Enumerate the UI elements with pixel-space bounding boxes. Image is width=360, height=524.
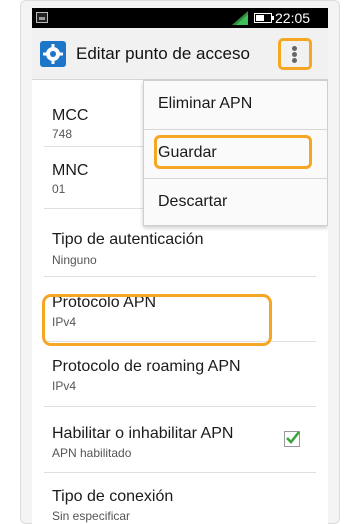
pref-summary: Ninguno bbox=[52, 253, 97, 267]
pref-apn-enable[interactable]: Habilitar o inhabilitar APN APN habilita… bbox=[32, 407, 328, 469]
menu-item-label: Eliminar APN bbox=[158, 95, 253, 112]
pref-title: MNC bbox=[52, 162, 89, 179]
battery-icon bbox=[254, 13, 274, 23]
gear-icon bbox=[43, 44, 63, 64]
menu-item-discard[interactable]: Descartar bbox=[144, 179, 328, 227]
overflow-menu: Eliminar APN Guardar Descartar bbox=[143, 80, 328, 226]
checkmark-icon bbox=[286, 431, 301, 444]
phone-screen: 22:05 Editar punto de acceso MCC 748 MNC bbox=[32, 8, 328, 524]
pref-title: MCC bbox=[52, 107, 89, 124]
page-title: Editar punto de acceso bbox=[76, 44, 250, 63]
settings-gear-icon[interactable] bbox=[40, 41, 66, 67]
status-bar: 22:05 bbox=[32, 8, 328, 28]
status-time: 22:05 bbox=[275, 10, 311, 26]
pref-title: Protocolo de roaming APN bbox=[52, 358, 241, 375]
pref-roaming-protocol[interactable]: Protocolo de roaming APN IPv4 bbox=[32, 342, 328, 402]
pref-summary: Sin especificar bbox=[52, 509, 131, 523]
more-vert-icon-dot3 bbox=[292, 58, 297, 63]
notification-icon bbox=[36, 12, 48, 23]
more-vert-icon-dot2 bbox=[292, 52, 297, 57]
signal-icon bbox=[232, 11, 248, 25]
highlight-auth-type bbox=[42, 294, 272, 346]
apn-enabled-checkbox[interactable] bbox=[284, 431, 301, 447]
action-bar: Editar punto de acceso bbox=[32, 28, 328, 80]
pref-summary: IPv4 bbox=[52, 379, 77, 393]
pref-title: Tipo de autenticación bbox=[52, 231, 204, 248]
pref-title: Habilitar o inhabilitar APN bbox=[52, 425, 234, 442]
menu-item-label: Descartar bbox=[158, 193, 228, 210]
more-vert-icon bbox=[292, 46, 297, 51]
highlight-save bbox=[154, 135, 312, 169]
pref-summary: 01 bbox=[52, 182, 66, 196]
pref-summary: APN habilitado bbox=[52, 446, 132, 460]
pref-connection-type[interactable]: Tipo de conexión Sin especificar bbox=[32, 473, 328, 524]
more-options-button[interactable] bbox=[278, 38, 312, 70]
menu-item-delete-apn[interactable]: Eliminar APN bbox=[144, 81, 328, 129]
pref-title: Tipo de conexión bbox=[52, 488, 174, 505]
pref-summary: 748 bbox=[52, 127, 73, 141]
